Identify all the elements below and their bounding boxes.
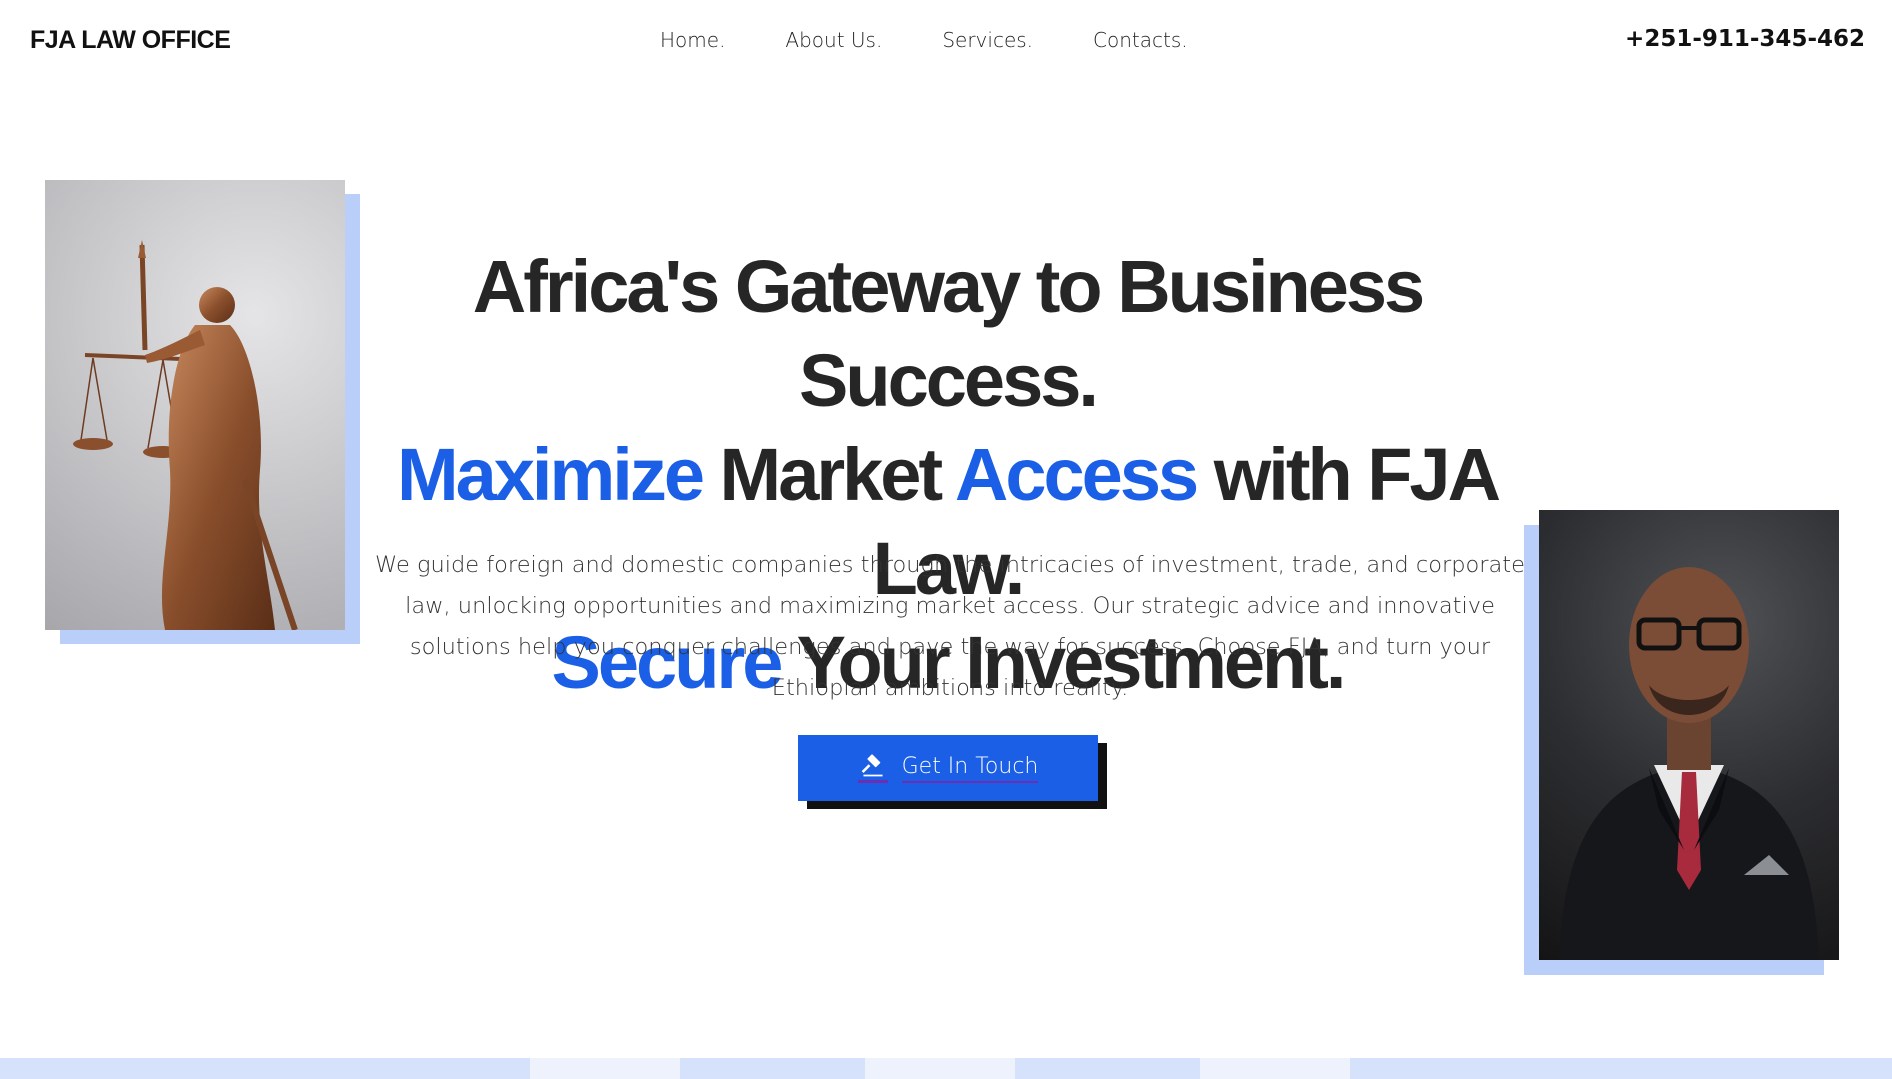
page: FJA LAW OFFICE Home. About Us. Services.… [0, 0, 1892, 1079]
partner-logo-tile [865, 1058, 1015, 1079]
headline-market: Market [702, 433, 955, 516]
get-in-touch-label: Get In Touch [901, 754, 1039, 783]
main-nav: Home. About Us. Services. Contacts. [660, 28, 1188, 52]
hero-description: We guide foreign and domestic companies … [375, 552, 1525, 701]
partner-logo-tile [530, 1058, 680, 1079]
lady-justice-illustration [73, 240, 298, 630]
lady-justice-image [45, 180, 345, 630]
partner-logos-strip [0, 1058, 1892, 1079]
headline-access: Access [954, 433, 1199, 516]
gavel-icon [857, 753, 888, 783]
nav-home[interactable]: Home. [660, 28, 725, 52]
headline-line-1: Africa's Gateway to Business Success. [472, 245, 1425, 422]
attorney-portrait-image [1539, 510, 1839, 960]
nav-services[interactable]: Services. [942, 28, 1033, 52]
phone-number[interactable]: +251-911-345-462 [1625, 26, 1865, 52]
attorney-portrait-illustration [1559, 567, 1819, 960]
site-logo[interactable]: FJA LAW OFFICE [30, 26, 231, 55]
partner-logo-tile [1200, 1058, 1350, 1079]
nav-contacts[interactable]: Contacts. [1093, 28, 1188, 52]
nav-about-us[interactable]: About Us. [785, 28, 882, 52]
get-in-touch-button[interactable]: Get In Touch [798, 735, 1098, 801]
headline-maximize: Maximize [396, 433, 705, 516]
